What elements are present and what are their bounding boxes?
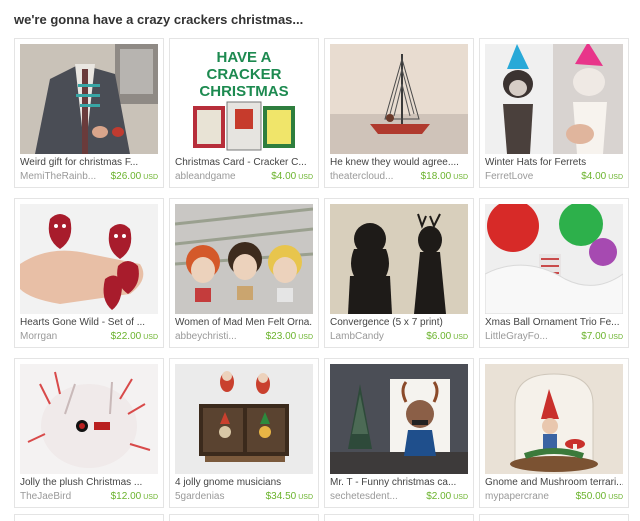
product-title[interactable]: He knew they would agree.... [330,157,468,168]
product-price: $7.00 USD [581,331,623,342]
product-image[interactable] [330,364,468,474]
card-text-1: HAVE A [216,49,271,66]
product-image[interactable] [20,364,158,474]
product-title[interactable]: Convergence (5 x 7 print) [330,317,468,328]
product-image[interactable] [330,44,468,154]
product-image[interactable] [175,364,313,474]
card-text-2: CRACKER [207,66,282,83]
product-card-6[interactable]: Women of Mad Men Felt Orna... abbeychris… [169,198,319,348]
product-card-12[interactable]: Gnome and Mushroom terrari... mypapercra… [479,358,629,508]
product-title[interactable]: Jolly the plush Christmas ... [20,477,158,488]
card-text-3: CHRISTMAS [199,83,288,100]
product-card-3[interactable]: He knew they would agree.... theaterclou… [324,38,474,188]
shop-name[interactable]: theatercloud... [330,171,410,182]
product-price: $50.00 USD [575,491,623,502]
product-card-4[interactable]: Winter Hats for Ferrets FerretLove $4.00… [479,38,629,188]
product-title[interactable]: Xmas Ball Ornament Trio Fe... [485,317,623,328]
shop-name[interactable]: sechetesdent... [330,491,410,502]
product-card-1[interactable]: Weird gift for christmas F... MemiTheRai… [14,38,164,188]
product-price: $4.00 USD [581,171,623,182]
product-title[interactable]: Hearts Gone Wild - Set of ... [20,317,158,328]
product-card-9[interactable]: Jolly the plush Christmas ... TheJaeBird… [14,358,164,508]
product-title[interactable]: Mr. T - Funny christmas ca... [330,477,468,488]
shop-name[interactable]: LittleGrayFo... [485,331,565,342]
product-card-11[interactable]: Mr. T - Funny christmas ca... sechetesde… [324,358,474,508]
product-image[interactable] [485,44,623,154]
product-title[interactable]: Weird gift for christmas F... [20,157,158,168]
shop-name[interactable]: LambCandy [330,331,410,342]
product-image[interactable] [485,364,623,474]
shop-name[interactable]: abbeychristi... [175,331,255,342]
product-card-7[interactable]: Convergence (5 x 7 print) LambCandy $6.0… [324,198,474,348]
product-card-10[interactable]: 4 jolly gnome musicians 5gardenias $34.5… [169,358,319,508]
product-title[interactable]: Winter Hats for Ferrets [485,157,623,168]
shop-name[interactable]: ableandgame [175,171,255,182]
product-title[interactable]: Christmas Card - Cracker C... [175,157,313,168]
product-image[interactable] [330,204,468,314]
product-title[interactable]: 4 jolly gnome musicians [175,477,313,488]
product-price: $6.00 USD [426,331,468,342]
shop-name[interactable]: mypapercrane [485,491,565,502]
shop-name[interactable]: FerretLove [485,171,565,182]
product-price: $12.00 USD [110,491,158,502]
product-price: $18.00 USD [420,171,468,182]
product-price: $26.00 USD [110,171,158,182]
product-price: $22.00 USD [110,331,158,342]
product-image[interactable] [20,44,158,154]
shop-name[interactable]: Morrgan [20,331,100,342]
product-title[interactable]: Gnome and Mushroom terrari... [485,477,623,488]
shop-name[interactable]: 5gardenias [175,491,255,502]
shop-name[interactable]: MemiTheRainb... [20,171,100,182]
product-price: $4.00 USD [271,171,313,182]
product-image[interactable] [485,204,623,314]
product-image[interactable] [20,204,158,314]
product-price: $2.00 USD [426,491,468,502]
product-card-2[interactable]: HAVE A CRACKER CHRISTMAS Christmas Card … [169,38,319,188]
product-price: $23.00 USD [265,331,313,342]
product-image[interactable]: HAVE A CRACKER CHRISTMAS [175,44,313,154]
page-title: we're gonna have a crazy crackers christ… [14,12,304,27]
product-price: $34.50 USD [265,491,313,502]
product-card-8[interactable]: Xmas Ball Ornament Trio Fe... LittleGray… [479,198,629,348]
shop-name[interactable]: TheJaeBird [20,491,100,502]
product-title[interactable]: Women of Mad Men Felt Orna... [175,317,313,328]
product-image[interactable] [175,204,313,314]
product-card-5[interactable]: Hearts Gone Wild - Set of ... Morrgan $2… [14,198,164,348]
